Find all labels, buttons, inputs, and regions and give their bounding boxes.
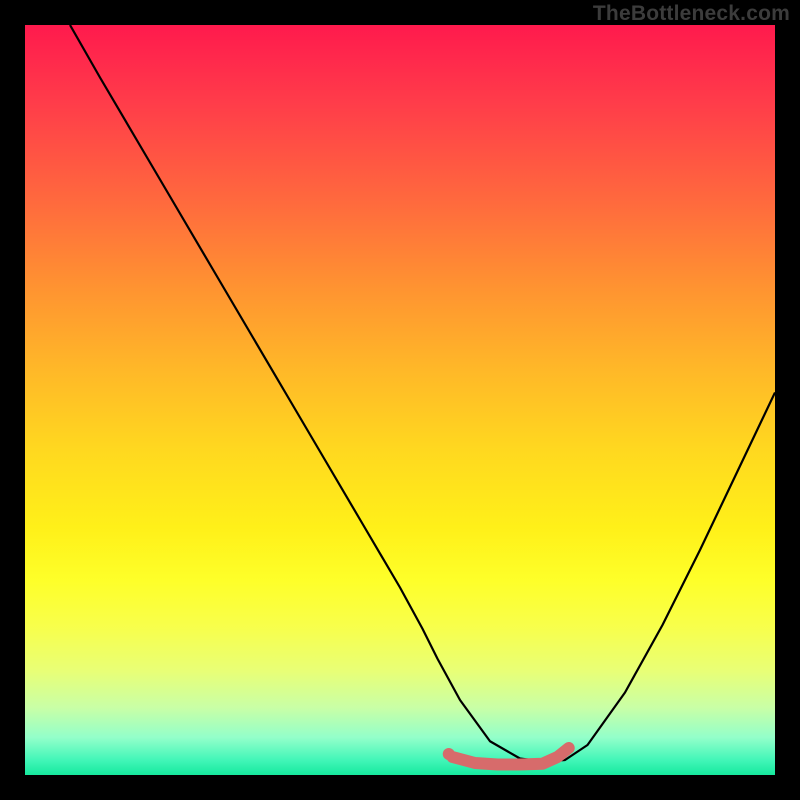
watermark-text: TheBottleneck.com <box>593 2 790 26</box>
chart-svg <box>25 25 775 775</box>
chart-plot-area <box>25 25 775 775</box>
bottleneck-curve <box>70 25 775 762</box>
chart-frame: TheBottleneck.com <box>0 0 800 800</box>
optimal-range-line <box>453 748 569 765</box>
